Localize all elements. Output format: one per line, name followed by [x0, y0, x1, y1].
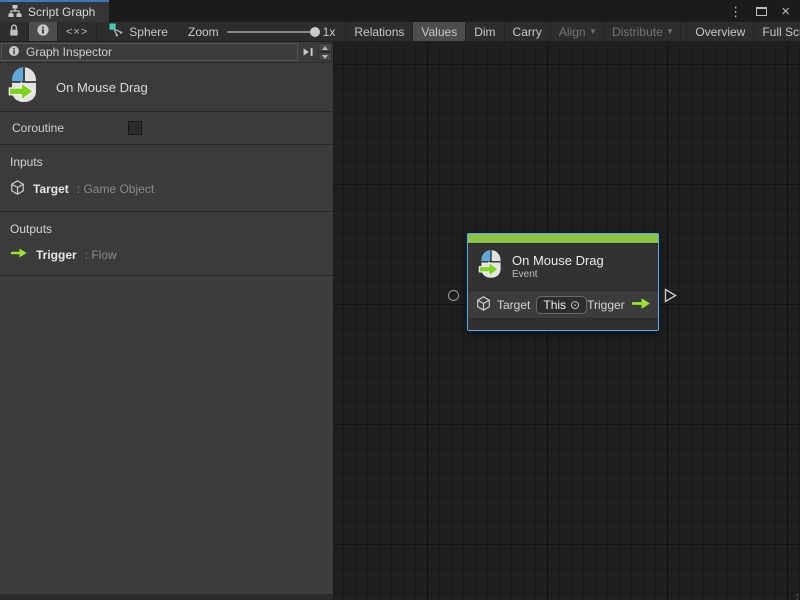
unit-header: On Mouse Drag — [0, 62, 333, 111]
toolbar-button-overview[interactable]: Overview — [686, 22, 754, 41]
on-mouse-drag-icon — [8, 66, 40, 109]
object-picker-icon: ⊙ — [570, 299, 580, 311]
graph-inspector-title: Graph Inspector — [26, 45, 112, 59]
graph-reference-label: Sphere — [129, 25, 168, 39]
toolbar-button-relations[interactable]: Relations — [345, 22, 413, 41]
node-output-port: Trigger — [587, 297, 651, 313]
dock-right-icon — [301, 45, 315, 59]
game-object-cube-icon — [10, 180, 25, 198]
coroutine-row: Coroutine — [0, 112, 333, 144]
spinner-up-button[interactable] — [318, 43, 332, 52]
node-output-label: Trigger — [587, 298, 625, 312]
graph-reference-breadcrumb[interactable]: Sphere — [97, 22, 178, 41]
coroutine-label: Coroutine — [12, 121, 128, 135]
panel-bottom-edge — [0, 594, 333, 600]
output-connection-port[interactable] — [664, 288, 677, 306]
toolbar-button-carry[interactable]: Carry — [505, 22, 551, 41]
node-titles: On Mouse Drag Event — [512, 253, 604, 280]
flow-arrow-icon — [631, 297, 651, 313]
toolbar-button-distribute: Distribute ▾ — [604, 22, 681, 41]
triangle-up-icon — [322, 46, 328, 50]
resize-grip[interactable] — [789, 589, 799, 599]
outputs-section: Outputs Trigger : Flow — [0, 212, 333, 275]
graph-inspector-title-field: Graph Inspector — [1, 43, 298, 61]
input-port-row: Target : Game Object — [0, 177, 333, 201]
graph-inspector-panel: Graph Inspector — [0, 42, 334, 600]
inputs-header: Inputs — [0, 153, 333, 177]
triangle-down-icon — [322, 55, 328, 59]
outputs-header: Outputs — [0, 220, 333, 244]
node-header: On Mouse Drag Event — [468, 244, 658, 290]
node-input-label: Target — [497, 298, 530, 312]
output-port-type: : Flow — [85, 248, 117, 262]
zoom-value: 1x — [323, 25, 336, 39]
window-menu-icon[interactable]: ⋮ — [729, 5, 742, 18]
script-graph-icon — [8, 4, 22, 21]
graph-canvas[interactable]: On Mouse Drag Event Target — [334, 42, 800, 600]
toolbar-button-values[interactable]: Values — [413, 22, 466, 41]
graph-toolbar: <×> Sphere Zoom 1x Relations — [0, 22, 800, 42]
coroutine-checkbox[interactable] — [128, 121, 142, 135]
tab-label: Script Graph — [28, 5, 95, 19]
spinner-down-button[interactable] — [318, 52, 332, 61]
node-event-colorbar — [468, 234, 658, 244]
node-input-port: Target This ⊙ — [476, 296, 587, 314]
on-mouse-drag-icon — [478, 249, 504, 284]
on-mouse-drag-node[interactable]: On Mouse Drag Event Target — [467, 233, 659, 331]
output-port-row: Trigger : Flow — [0, 244, 333, 265]
zoom-control: Zoom 1x — [178, 22, 345, 41]
info-icon — [36, 23, 50, 40]
inspector-spinner — [318, 43, 332, 61]
target-value-widget[interactable]: This ⊙ — [536, 296, 587, 314]
unit-title: On Mouse Drag — [56, 80, 148, 95]
window-controls: ⋮ × — [729, 0, 800, 22]
code-icon: <×> — [66, 26, 88, 38]
toolbar-button-dim[interactable]: Dim — [466, 22, 504, 41]
inspector-toggle-button[interactable] — [29, 22, 58, 41]
graph-inspector-header: Graph Inspector — [0, 42, 333, 62]
toolbar-right-buttons: Relations Values Dim Carry Align ▾ Distr… — [345, 22, 800, 41]
node-subtitle: Event — [512, 269, 604, 280]
game-object-cube-icon — [476, 296, 491, 314]
tab-bar: Script Graph ⋮ × — [0, 0, 800, 22]
node-title: On Mouse Drag — [512, 253, 604, 268]
zoom-slider-handle[interactable] — [310, 27, 320, 37]
chevron-down-icon: ▾ — [591, 26, 596, 37]
unity-script-graph-window: Script Graph ⋮ × — [0, 0, 800, 600]
node-footer — [468, 318, 658, 330]
tab-script-graph[interactable]: Script Graph — [0, 0, 109, 22]
output-port-name: Trigger — [36, 248, 77, 262]
maximize-icon[interactable] — [756, 7, 767, 16]
graph-owner-icon — [109, 23, 123, 40]
lock-button[interactable] — [0, 22, 29, 41]
input-port-type: : Game Object — [77, 182, 154, 196]
node-ports-row: Target This ⊙ Trigger — [468, 290, 658, 318]
input-port-name: Target — [33, 182, 69, 196]
toolbar-button-align: Align ▾ — [551, 22, 604, 41]
main-area: Graph Inspector — [0, 42, 800, 600]
inspector-empty-area — [0, 275, 333, 594]
lock-icon — [7, 23, 21, 41]
inputs-section: Inputs Target : Game Object — [0, 145, 333, 211]
toolbar-button-fullscreen[interactable]: Full Screen — [754, 22, 800, 41]
code-view-button[interactable]: <×> — [58, 22, 97, 41]
close-icon[interactable]: × — [781, 4, 790, 19]
flow-arrow-icon — [10, 247, 28, 262]
input-connection-port[interactable] — [448, 290, 459, 301]
zoom-slider[interactable] — [227, 31, 315, 33]
chevron-down-icon: ▾ — [668, 26, 673, 37]
target-value: This — [543, 298, 566, 312]
dock-panel-button[interactable] — [298, 42, 318, 62]
info-icon — [8, 45, 20, 60]
zoom-label: Zoom — [188, 25, 219, 39]
